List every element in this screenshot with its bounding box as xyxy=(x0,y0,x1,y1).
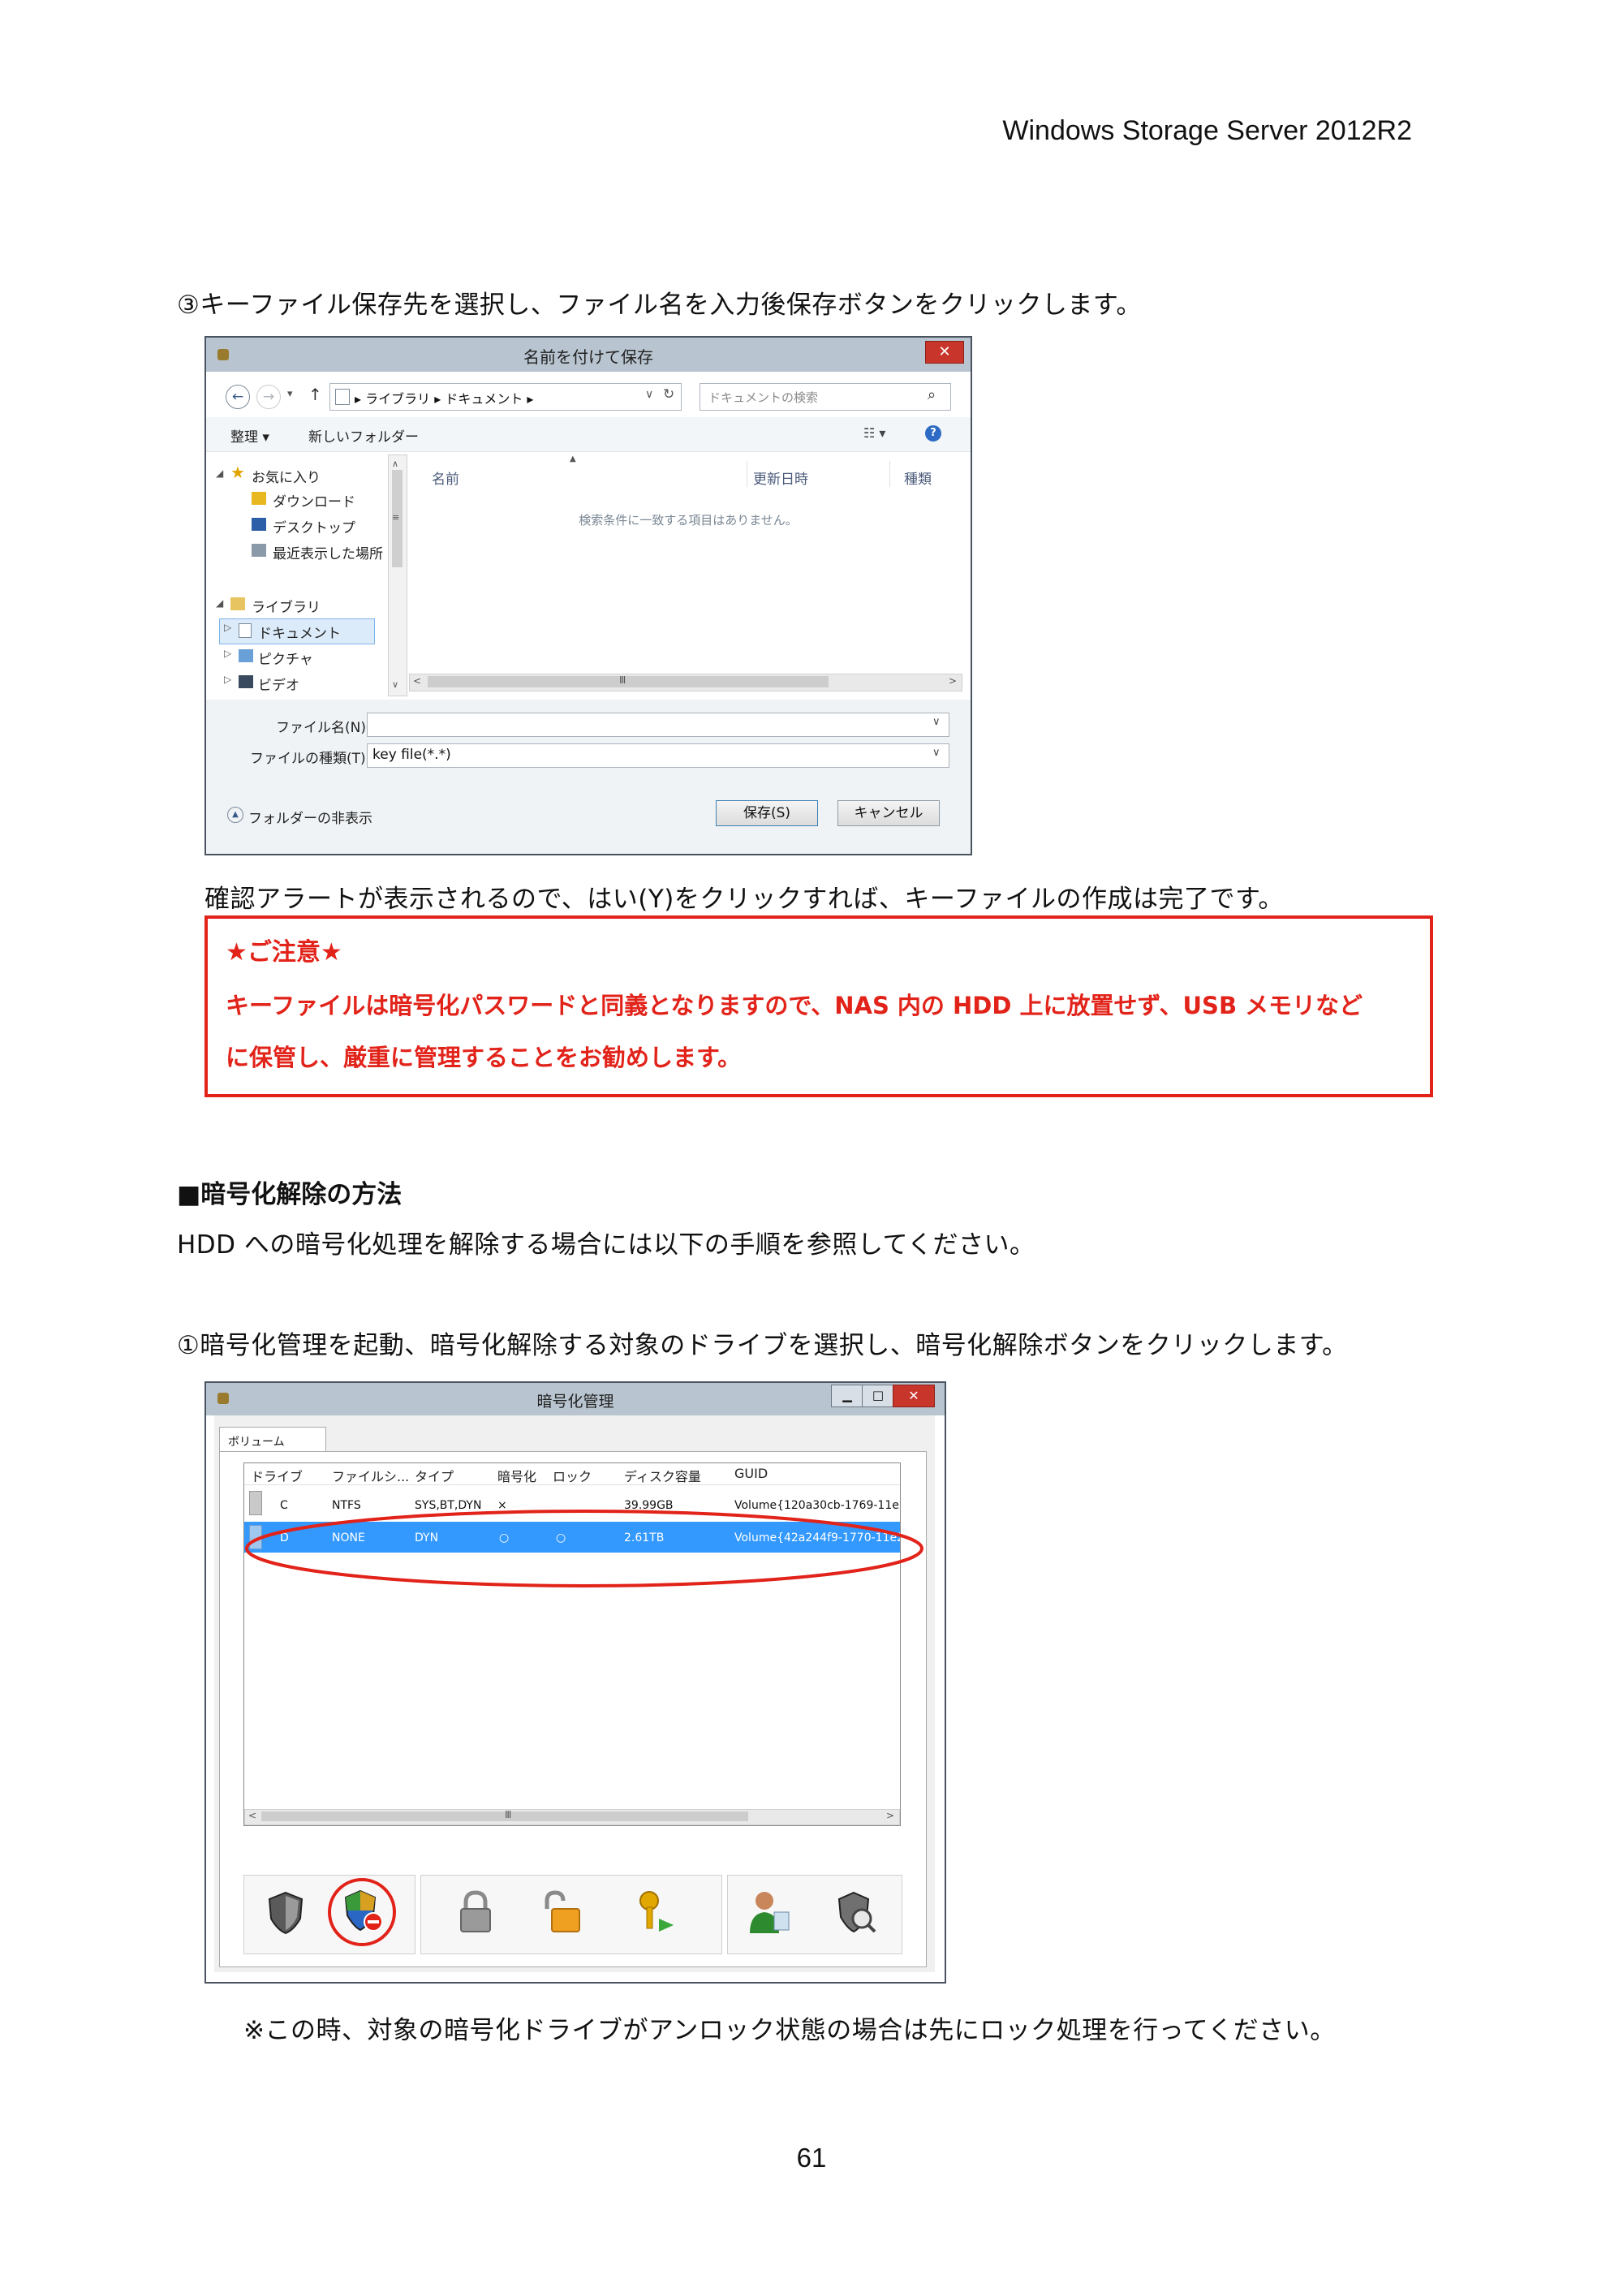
nav-videos[interactable]: ビデオ xyxy=(258,674,299,694)
nav-documents[interactable]: ドキュメント xyxy=(258,622,341,642)
documents-icon xyxy=(239,623,252,638)
filetype-select[interactable]: key file(*.*) ∨ xyxy=(367,743,949,768)
nav-favorites[interactable]: お気に入り xyxy=(252,466,321,486)
nav-pictures[interactable]: ピクチャ xyxy=(258,648,313,668)
column-guid[interactable]: GUID xyxy=(734,1466,768,1481)
highlight-ellipse xyxy=(245,1510,923,1587)
filename-input[interactable]: ∨ xyxy=(367,713,949,737)
collapse-icon[interactable]: ▲ xyxy=(227,807,243,823)
sort-arrow-icon: ▲ xyxy=(570,454,576,463)
breadcrumb: ▸ ライブラリ ▸ ドキュメント ▸ xyxy=(355,391,534,407)
search-input[interactable]: ドキュメントの検索 ⌕ xyxy=(700,383,951,411)
videos-icon xyxy=(239,675,253,688)
confirm-instruction: 確認アラートが表示されるので、はい(Y)をクリックすれば、キーファイルの作成は完… xyxy=(204,885,1284,914)
recent-places-icon xyxy=(252,544,266,557)
section-intro: HDD への暗号化処理を解除する場合には以下の手順を参照してください。 xyxy=(177,1230,1035,1260)
view-options-icon[interactable]: ☷ ▾ xyxy=(863,425,885,441)
close-button[interactable]: ✕ xyxy=(925,341,964,364)
encrypt-icon[interactable] xyxy=(261,1888,310,1936)
step3-instruction: ③キーファイル保存先を選択し、ファイル名を入力後保存ボタンをクリックします。 xyxy=(177,291,1142,320)
nav-scrollbar[interactable]: ∧ ≡ ∨ xyxy=(388,454,407,696)
file-list: ▲ 名前 更新日時 種類 検索条件に一致する項目はありません。 xyxy=(407,454,969,695)
column-drive[interactable]: ドライブ xyxy=(251,1466,303,1485)
list-horizontal-scrollbar[interactable]: < Ⅲ > xyxy=(244,1809,900,1825)
cancel-button[interactable]: キャンセル xyxy=(837,800,940,826)
decrypt-highlight-circle xyxy=(328,1878,396,1946)
column-capacity[interactable]: ディスク容量 xyxy=(624,1466,701,1485)
maximize-button[interactable]: □ xyxy=(862,1385,894,1407)
column-lock[interactable]: ロック xyxy=(553,1466,592,1485)
collapse-arrow-icon[interactable]: ▷ xyxy=(224,648,231,659)
navigation-pane: ◢ ★ お気に入り ダウンロード デスクトップ 最近表示した場所 ◢ ライブラリ… xyxy=(206,454,388,695)
collapse-arrow-icon[interactable]: ▷ xyxy=(224,674,231,685)
document-icon xyxy=(335,389,350,405)
up-button[interactable]: ↑ xyxy=(308,385,322,404)
dialog-titlebar: 名前を付けて保存 ✕ xyxy=(206,338,971,372)
dialog-title: 名前を付けて保存 xyxy=(523,347,653,367)
column-type[interactable]: 種類 xyxy=(904,467,932,488)
tab-volume[interactable]: ボリューム xyxy=(219,1427,326,1452)
download-folder-icon xyxy=(252,492,266,505)
column-type[interactable]: タイプ xyxy=(415,1466,454,1485)
save-button[interactable]: 保存(S) xyxy=(716,800,818,826)
star-icon: ★ xyxy=(230,463,245,482)
expand-arrow-icon[interactable]: ◢ xyxy=(216,467,223,479)
address-dropdown-icon[interactable]: ∨ xyxy=(645,388,653,401)
filetype-label: ファイルの種類(T): xyxy=(250,751,371,767)
nav-desktop[interactable]: デスクトップ xyxy=(273,516,355,536)
document-header: Windows Storage Server 2012R2 xyxy=(1002,115,1412,146)
library-icon xyxy=(230,597,245,610)
collapse-arrow-icon[interactable]: ▷ xyxy=(224,622,231,633)
window-titlebar: 暗号化管理 ▁ □ ✕ xyxy=(206,1383,945,1415)
organize-button[interactable]: 整理 ▾ xyxy=(230,425,269,446)
column-modified[interactable]: 更新日時 xyxy=(753,467,808,488)
user-icon[interactable] xyxy=(745,1888,794,1936)
unlock-icon[interactable] xyxy=(537,1888,586,1936)
caution-line2: に保管し、厳重に管理することをお勧めします。 xyxy=(226,1044,742,1071)
new-folder-button[interactable]: 新しいフォルダー xyxy=(308,425,419,446)
key-icon[interactable] xyxy=(631,1888,680,1936)
nav-downloads[interactable]: ダウンロード xyxy=(273,490,355,510)
footnote: ※この時、対象の暗号化ドライブがアンロック状態の場合は先にロック処理を行ってくだ… xyxy=(243,2016,1336,2045)
close-button[interactable]: ✕ xyxy=(893,1385,935,1407)
page-number: 61 xyxy=(796,2143,827,2173)
horizontal-scroll-thumb[interactable] xyxy=(428,676,829,687)
section-heading: ■暗号化解除の方法 xyxy=(177,1180,403,1209)
minimize-button[interactable]: ▁ xyxy=(831,1385,863,1407)
column-name[interactable]: 名前 xyxy=(432,467,459,488)
empty-message: 検索条件に一致する項目はありません。 xyxy=(579,513,798,528)
filename-label: ファイル名(N): xyxy=(276,720,371,736)
encryption-manager-window: 暗号化管理 ▁ □ ✕ ボリューム ドライブ ファイルシ... タイプ 暗号化 … xyxy=(204,1381,946,1984)
save-as-dialog: 名前を付けて保存 ✕ ← → ▾ ↑ ▸ ライブラリ ▸ ドキュメント ▸ ∨ … xyxy=(204,336,972,855)
refresh-icon[interactable]: ↻ xyxy=(663,386,674,403)
step1-instruction: ①暗号化管理を起動、暗号化解除する対象のドライブを選択し、暗号化解除ボタンをクリ… xyxy=(177,1331,1348,1360)
search-icon[interactable]: ⌕ xyxy=(928,386,936,403)
lock-icon[interactable] xyxy=(451,1888,500,1936)
desktop-icon xyxy=(252,518,266,531)
back-button[interactable]: ← xyxy=(226,385,250,409)
column-encrypted[interactable]: 暗号化 xyxy=(497,1466,536,1485)
hide-folders-button[interactable]: フォルダーの非表示 xyxy=(248,807,372,827)
check-icon[interactable] xyxy=(831,1888,880,1936)
help-icon[interactable]: ? xyxy=(925,425,941,442)
expand-arrow-icon[interactable]: ◢ xyxy=(216,597,223,609)
pictures-icon xyxy=(239,649,253,662)
horizontal-scrollbar[interactable]: < Ⅲ > xyxy=(409,674,962,691)
caution-box: ★ご注意★ キーファイルは暗号化パスワードと同義となりますので、NAS 内の H… xyxy=(204,915,1433,1097)
caution-title: ★ご注意★ xyxy=(226,938,342,967)
search-placeholder: ドキュメントの検索 xyxy=(708,390,819,405)
nav-libraries[interactable]: ライブラリ xyxy=(252,596,321,616)
forward-button[interactable]: → xyxy=(256,385,281,409)
history-dropdown-icon[interactable]: ▾ xyxy=(287,388,293,400)
address-bar[interactable]: ▸ ライブラリ ▸ ドキュメント ▸ ∨ ↻ xyxy=(329,383,682,411)
caution-line1: キーファイルは暗号化パスワードと同義となりますので、NAS 内の HDD 上に放… xyxy=(226,992,1363,1019)
nav-recent[interactable]: 最近表示した場所 xyxy=(273,542,385,562)
column-filesystem[interactable]: ファイルシ... xyxy=(332,1466,409,1485)
filename-dropdown-icon[interactable]: ∨ xyxy=(932,716,941,728)
filetype-dropdown-icon[interactable]: ∨ xyxy=(932,747,941,759)
